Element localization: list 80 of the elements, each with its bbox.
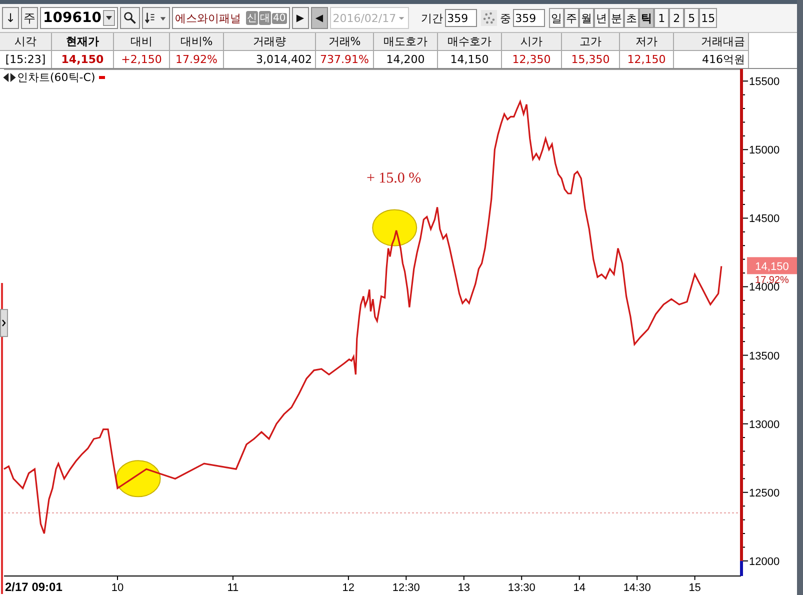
search-icon xyxy=(123,11,137,25)
mid-input[interactable]: 359 xyxy=(513,9,546,27)
interval-tab[interactable]: 틱 xyxy=(639,8,654,28)
x-tick-label: 10 xyxy=(111,582,124,594)
x-tick-label: 2/17 09:01 xyxy=(5,580,62,594)
market-badge: 40 xyxy=(272,12,287,24)
market-button[interactable]: 주 xyxy=(21,7,38,29)
x-tick-label: 12 xyxy=(342,582,355,594)
column-header: 현재가 xyxy=(52,33,114,51)
gain-label: + 15.0 % xyxy=(366,170,422,187)
stock-name: 에스와이패널 xyxy=(175,10,241,26)
left-right-arrows-icon[interactable] xyxy=(3,73,16,82)
period-label: 기간 xyxy=(421,10,444,26)
quote-value: 14,200 xyxy=(374,51,438,68)
interval-tab[interactable]: 15 xyxy=(699,8,718,28)
expand-handle-icon[interactable] xyxy=(0,309,8,337)
highlight-circle xyxy=(372,209,418,246)
x-tick-label: 11 xyxy=(227,582,239,594)
interval-tab[interactable]: 월 xyxy=(579,8,594,28)
interval-tab[interactable]: 2 xyxy=(669,8,684,28)
next-button[interactable]: ▶ xyxy=(292,7,309,29)
x-tick-label: 15 xyxy=(688,582,701,594)
interval-tab[interactable]: 5 xyxy=(684,8,700,28)
chart-title: 인차트(60틱-C) xyxy=(17,70,96,85)
quote-value: 737.91% xyxy=(316,51,374,68)
quote-value: 14,150 xyxy=(52,51,114,68)
market-badge: 신 xyxy=(246,11,258,25)
interval-tab[interactable]: 년 xyxy=(594,8,610,28)
column-header: 저가 xyxy=(620,33,674,51)
column-header: 매수호가 xyxy=(438,33,502,51)
interval-tab[interactable]: 일 xyxy=(549,8,564,28)
interval-tab[interactable]: 1 xyxy=(654,8,670,28)
column-header: 시가 xyxy=(502,33,562,51)
x-tick-label: 13:30 xyxy=(508,582,536,594)
period-input[interactable]: 359 xyxy=(445,9,478,27)
highlight-circle xyxy=(116,460,161,498)
column-header: 대비 xyxy=(114,33,170,51)
quote-value: 12,350 xyxy=(502,51,562,68)
legend-swatch xyxy=(99,76,106,79)
y-tick-label: 12000 xyxy=(749,556,780,568)
quote-value: 15,350 xyxy=(562,51,620,68)
price-tag: 14,150 xyxy=(747,257,797,274)
quote-value: 17.92% xyxy=(170,51,224,68)
code-field[interactable]: 109610 xyxy=(40,7,118,29)
column-header: 거래대금 xyxy=(674,33,749,51)
quote-value: 12,150 xyxy=(620,51,674,68)
column-header: 대비% xyxy=(170,33,224,51)
interval-tab[interactable]: 주 xyxy=(564,8,580,28)
previous-button[interactable]: ◀ xyxy=(310,7,328,29)
quote-value: +2,150 xyxy=(114,51,170,68)
y-tick-label: 12500 xyxy=(749,487,780,500)
quote-value: 416억원 xyxy=(674,51,749,68)
y-tick-label: 15500 xyxy=(749,76,780,88)
column-header: 매도호가 xyxy=(374,33,438,51)
mid-label: 중 xyxy=(500,10,512,26)
column-header: 거래% xyxy=(316,33,374,51)
quote-value: 3,014,402 xyxy=(224,51,316,68)
y-tick-label: 15000 xyxy=(749,144,780,157)
column-header: 거래량 xyxy=(224,33,316,51)
column-header: 시각 xyxy=(0,33,52,51)
dropdown-icon[interactable] xyxy=(103,10,115,26)
interval-tab[interactable]: 초 xyxy=(624,8,640,28)
quote-value: 14,150 xyxy=(438,51,502,68)
quote-value: [15:23] xyxy=(0,51,52,68)
search-button[interactable] xyxy=(120,7,140,29)
sort-button[interactable]: ↓ xyxy=(2,7,19,29)
x-tick-label: 12:30 xyxy=(392,582,420,594)
scatter-dots-icon[interactable] xyxy=(481,10,498,26)
x-tick-label: 13 xyxy=(458,582,470,594)
y-tick-label: 13000 xyxy=(749,418,780,431)
x-tick-label: 14 xyxy=(573,582,586,594)
y-tick-label: 13500 xyxy=(749,350,780,362)
interval-tab[interactable]: 분 xyxy=(609,8,624,28)
x-tick-label: 14:30 xyxy=(623,582,651,594)
list-sort-button[interactable] xyxy=(142,7,170,29)
sort-list-icon xyxy=(144,11,168,25)
market-badge: 대 xyxy=(259,11,271,25)
stock-name-field[interactable]: 에스와이패널 신 대 40 xyxy=(172,7,290,29)
column-header: 고가 xyxy=(562,33,620,51)
y-tick-label: 14500 xyxy=(749,213,780,226)
